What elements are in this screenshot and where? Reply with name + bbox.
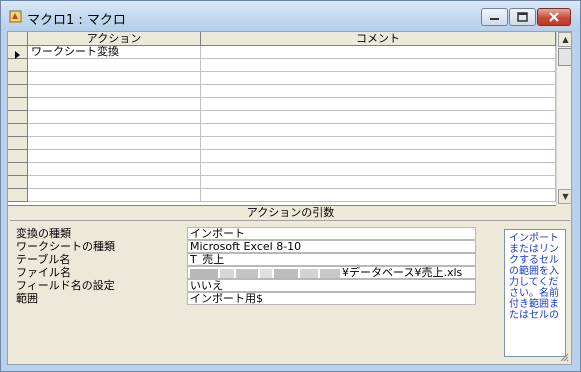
redacted-path-segment [320,268,340,278]
arg-field-table-name[interactable]: T_売上 [187,253,476,266]
arg-label-range: 範囲 [16,292,38,305]
row-selector[interactable] [8,111,28,124]
comment-cell[interactable] [201,72,556,85]
file-name-text: ¥データベース¥売上.xls [342,266,463,279]
comment-cell[interactable] [201,137,556,150]
action-cell[interactable] [28,72,201,85]
comment-cell[interactable] [201,85,556,98]
arg-label-transfer-type: 変換の種類 [16,227,71,240]
redacted-path-segment [260,268,272,278]
minimize-icon [490,18,499,20]
arg-label-spreadsheet-type: ワークシートの種類 [16,240,115,253]
scroll-up-button[interactable]: ▲ [558,32,571,47]
comment-cell[interactable] [201,46,556,59]
action-cell[interactable] [28,176,201,189]
action-cell[interactable] [28,111,201,124]
vertical-scrollbar[interactable]: ▲ ▼ [556,32,571,205]
arg-field-has-field-names[interactable]: いいえ [187,279,476,292]
arg-label-table-name: テーブル名 [16,253,71,266]
macro-window: マクロ1 : マクロ アクション コメント ワークシート変換 ▲ ▼ アクション… [0,0,581,372]
comment-cell[interactable] [201,163,556,176]
row-selector[interactable] [8,189,28,202]
action-cell[interactable] [28,98,201,111]
action-cell[interactable]: ワークシート変換 [28,46,201,59]
row-selector[interactable] [8,46,28,59]
action-cell[interactable] [28,137,201,150]
column-header-action[interactable]: アクション [28,32,201,46]
redacted-path-segment [190,268,218,278]
action-cell[interactable] [28,124,201,137]
argument-help-text: インポートまたはリンクするセルの範囲を入力してください。名前付き範囲またはセルの [504,229,566,357]
redacted-path-segment [236,268,258,278]
macro-icon [9,10,22,23]
action-cell[interactable] [28,85,201,98]
arg-field-transfer-type[interactable]: インポート [187,227,476,240]
comment-cell[interactable] [201,111,556,124]
comment-cell[interactable] [201,59,556,72]
macro-designer: アクション コメント ワークシート変換 ▲ ▼ アクションの引数 変換の種類 イ… [7,31,572,365]
comment-cell[interactable] [201,98,556,111]
row-selector[interactable] [8,98,28,111]
arg-field-file-name[interactable]: ¥データベース¥売上.xls [187,266,476,279]
arguments-section-title: アクションの引数 [246,206,335,219]
row-selector[interactable] [8,124,28,137]
action-cell[interactable] [28,59,201,72]
comment-cell[interactable] [201,150,556,163]
action-grid: アクション コメント ワークシート変換 [8,32,556,206]
row-selector[interactable] [8,150,28,163]
scroll-thumb[interactable] [558,48,571,66]
row-selector[interactable] [8,176,28,189]
row-selector[interactable] [8,163,28,176]
title-bar[interactable]: マクロ1 : マクロ [1,1,580,31]
row-selector[interactable] [8,85,28,98]
comment-cell[interactable] [201,124,556,137]
minimize-button[interactable] [481,8,508,26]
redacted-path-segment [300,268,318,278]
maximize-button[interactable] [509,8,536,26]
row-selector[interactable] [8,137,28,150]
select-all-corner[interactable] [8,32,28,46]
maximize-icon [517,12,528,22]
comment-cell[interactable] [201,189,556,202]
comment-cell[interactable] [201,176,556,189]
redacted-path-segment [220,268,234,278]
divider [10,220,570,221]
redacted-path-segment [274,268,298,278]
action-cell[interactable] [28,163,201,176]
action-cell[interactable] [28,189,201,202]
row-selector[interactable] [8,72,28,85]
window-title: マクロ1 : マクロ [27,13,126,28]
column-header-comment[interactable]: コメント [201,32,556,46]
close-icon [549,12,559,22]
arg-label-has-field-names: フィールド名の設定 [16,279,115,292]
arg-field-spreadsheet-type[interactable]: Microsoft Excel 8-10 [187,240,476,253]
arg-label-file-name: ファイル名 [16,266,71,279]
close-button[interactable] [537,8,571,26]
scroll-down-button[interactable]: ▼ [558,189,571,204]
row-selector[interactable] [8,59,28,72]
resize-grip-icon[interactable] [559,352,569,362]
action-cell[interactable] [28,150,201,163]
arg-field-range[interactable]: インポート用$ [187,292,476,305]
